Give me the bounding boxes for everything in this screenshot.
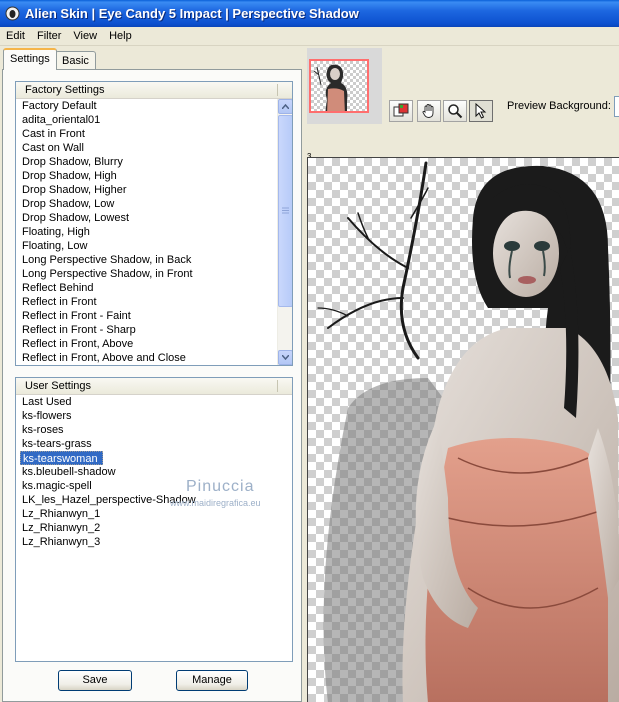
preview-background-label: Preview Background: (507, 100, 611, 112)
factory-list-scrollbar[interactable] (277, 99, 292, 365)
manage-button[interactable]: Manage (176, 670, 248, 691)
preview-background-select[interactable] (614, 96, 619, 117)
list-item[interactable]: Factory Default (20, 99, 292, 113)
navigator-thumbnail[interactable] (307, 48, 382, 124)
list-item[interactable]: Drop Shadow, Lowest (20, 211, 292, 225)
menu-view[interactable]: View (67, 27, 103, 46)
tab-settings[interactable]: Settings (3, 48, 57, 70)
header-separator (277, 380, 278, 392)
alien-skin-app-icon (4, 6, 20, 22)
user-settings-items: Last Used ks-flowers ks-roses ks-tears-gras… (16, 395, 292, 549)
hand-icon (422, 104, 434, 118)
watermark-site: www.maidiregrafica.eu (170, 498, 261, 508)
list-item[interactable]: Cast on Wall (20, 141, 292, 155)
menu-help[interactable]: Help (103, 27, 138, 46)
list-item-label: ks-roses (22, 424, 64, 436)
list-item[interactable]: ks-tearswoman (20, 451, 292, 465)
factory-settings-header-label: Factory Settings (25, 84, 105, 96)
list-item[interactable]: Drop Shadow, Blurry (20, 155, 292, 169)
preview-woman-image (317, 161, 619, 702)
list-item-label: Lz_Rhianwyn_3 (22, 536, 101, 548)
list-item[interactable]: Lz_Rhianwyn_3 (20, 535, 292, 549)
settings-panel: Factory Settings Factory Default adita_or… (2, 69, 302, 702)
list-item[interactable]: Drop Shadow, Higher (20, 183, 292, 197)
chevron-up-icon (282, 104, 289, 109)
list-item[interactable]: Long Perspective Shadow, in Front (20, 267, 292, 281)
save-button[interactable]: Save (58, 670, 132, 691)
compare-icon (393, 103, 409, 117)
list-item[interactable]: Reflect in Front, Above and Close (20, 351, 292, 365)
scroll-down-button[interactable] (278, 350, 292, 365)
list-item-label: Last Used (22, 396, 72, 408)
chevron-down-icon (282, 355, 289, 360)
factory-settings-items: Factory Default adita_oriental01 Cast in F… (16, 99, 292, 365)
list-item[interactable]: Floating, Low (20, 239, 292, 253)
list-item[interactable]: adita_oriental01 (20, 113, 292, 127)
scroll-thumb[interactable] (278, 115, 292, 307)
list-item[interactable]: ks-flowers (20, 409, 292, 423)
list-item[interactable]: Reflect in Front, Above (20, 337, 292, 351)
scroll-up-button[interactable] (278, 99, 292, 114)
list-item[interactable]: Lz_Rhianwyn_1 (20, 507, 292, 521)
grip-icon (282, 207, 289, 214)
header-separator (277, 84, 278, 96)
window-title: Alien Skin | Eye Candy 5 Impact | Perspe… (25, 6, 359, 21)
list-item-label: ks-flowers (22, 410, 72, 422)
menu-edit[interactable]: Edit (0, 27, 31, 46)
factory-settings-header[interactable]: Factory Settings (16, 82, 292, 99)
menu-filter[interactable]: Filter (31, 27, 67, 46)
pan-tool-button[interactable] (417, 100, 441, 122)
preview-canvas[interactable] (307, 157, 619, 702)
list-item[interactable]: Cast in Front (20, 127, 292, 141)
user-settings-header-label: User Settings (25, 380, 92, 392)
factory-settings-list[interactable]: Factory Settings Factory Default adita_or… (15, 81, 293, 366)
list-item[interactable]: Drop Shadow, High (20, 169, 292, 183)
list-item-label: ks.bleubell-shadow (22, 466, 116, 478)
list-item[interactable]: Floating, High (20, 225, 292, 239)
list-item-label: ks-tears-grass (22, 438, 92, 450)
select-tool-button[interactable] (469, 100, 493, 122)
menu-bar: Edit Filter View Help (0, 27, 619, 46)
list-item-label: Lz_Rhianwyn_2 (22, 522, 101, 534)
thumbnail-woman-image (313, 64, 348, 111)
list-item[interactable]: ks.bleubell-shadow (20, 465, 292, 479)
list-item-label: Lz_Rhianwyn_1 (22, 508, 101, 520)
preview-compare-button[interactable] (389, 100, 413, 122)
user-settings-list[interactable]: User Settings Last Used ks-flowers ks-rose… (15, 377, 293, 662)
zoom-tool-button[interactable] (443, 100, 467, 122)
tab-basic[interactable]: Basic (55, 51, 96, 71)
list-item[interactable]: Last Used (20, 395, 292, 409)
list-item[interactable]: ks-tears-grass (20, 437, 292, 451)
list-item[interactable]: Lz_Rhianwyn_2 (20, 521, 292, 535)
watermark-name: Pinuccia (186, 478, 255, 495)
list-item[interactable]: ks-roses (20, 423, 292, 437)
list-item[interactable]: Drop Shadow, Low (20, 197, 292, 211)
list-item[interactable]: Reflect Behind (20, 281, 292, 295)
list-item[interactable]: Reflect in Front - Faint (20, 309, 292, 323)
magnifier-icon (448, 104, 463, 119)
list-item[interactable]: Reflect in Front (20, 295, 292, 309)
list-item[interactable]: Long Perspective Shadow, in Back (20, 253, 292, 267)
title-bar[interactable]: Alien Skin | Eye Candy 5 Impact | Perspe… (0, 0, 619, 27)
navigator-view-rect[interactable] (309, 59, 369, 113)
arrow-pointer-icon (475, 103, 487, 119)
list-item[interactable]: Reflect in Front - Sharp (20, 323, 292, 337)
selected-list-item-label: ks-tearswoman (20, 451, 103, 465)
user-settings-header[interactable]: User Settings (16, 378, 292, 395)
